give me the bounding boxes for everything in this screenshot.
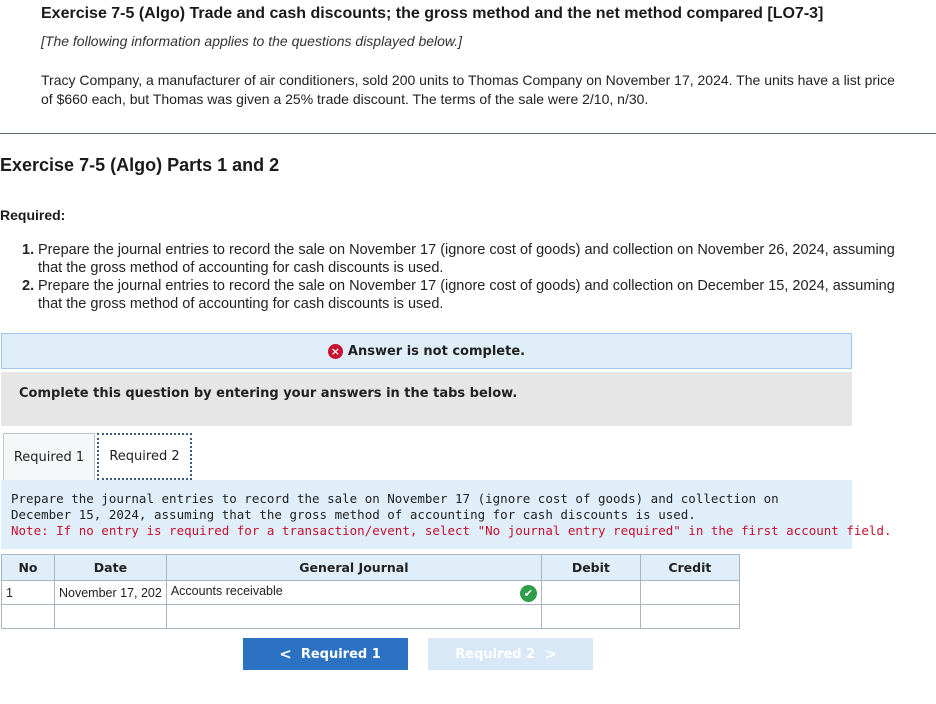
question-note: Note: If no entry is required for a tran… — [11, 523, 892, 538]
required-label: Required: — [0, 207, 66, 223]
account-select[interactable]: Accounts receivable ✔ — [165, 580, 542, 605]
debit-input[interactable] — [540, 580, 641, 605]
date-select[interactable]: November 17, 202 — [54, 580, 167, 605]
header-divider — [0, 133, 936, 134]
debit-input[interactable] — [540, 604, 641, 629]
header-no: No — [1, 554, 55, 581]
exercise-body: Tracy Company, a manufacturer of air con… — [41, 72, 895, 107]
answer-status-banner: × Answer is not complete. — [1, 333, 852, 369]
next-button-label: Required 2 — [455, 646, 536, 662]
credit-input[interactable] — [639, 604, 740, 629]
question-text: Prepare the journal entries to record th… — [11, 491, 779, 522]
required-item-number: 1. — [22, 242, 35, 258]
prev-button-label: Required 1 — [300, 646, 381, 662]
tab-required-1[interactable]: Required 1 — [3, 433, 95, 480]
next-required-2-button[interactable]: Required 2 > — [428, 638, 593, 670]
account-value: Accounts receivable — [170, 583, 283, 598]
required-list: 1. Prepare the journal entries to record… — [22, 241, 912, 313]
exercise-title: Exercise 7-5 (Algo) Trade and cash disco… — [41, 5, 824, 22]
journal-header-row: No Date General Journal Debit Credit — [1, 554, 740, 581]
required-item-text: Prepare the journal entries to record th… — [38, 242, 895, 276]
header-date: Date — [54, 554, 167, 581]
parts-title: Exercise 7-5 (Algo) Parts 1 and 2 — [0, 155, 280, 175]
required-item-text: Prepare the journal entries to record th… — [38, 278, 895, 312]
exercise-note: [The following information applies to th… — [41, 33, 463, 49]
table-row — [1, 604, 740, 629]
answer-status-text: Answer is not complete. — [347, 343, 526, 359]
header-general-journal: General Journal — [165, 554, 542, 581]
chevron-left-icon: < — [279, 645, 292, 663]
header-credit: Credit — [639, 554, 740, 581]
row-number: 1 — [1, 580, 55, 605]
credit-input[interactable] — [639, 580, 740, 605]
table-row: 1 November 17, 202 Accounts receivable ✔ — [1, 580, 740, 605]
tab-required-2[interactable]: Required 2 — [97, 433, 192, 480]
date-select[interactable] — [54, 604, 167, 629]
header-debit: Debit — [540, 554, 641, 581]
question-box: Prepare the journal entries to record th… — [1, 480, 892, 549]
chevron-right-icon: > — [544, 645, 557, 663]
instructions-box: Complete this question by entering your … — [1, 372, 852, 426]
error-x-icon: × — [327, 343, 343, 359]
instructions-text: Complete this question by entering your … — [19, 386, 518, 401]
row-number — [1, 604, 55, 629]
account-select[interactable] — [165, 604, 542, 629]
check-icon: ✔ — [519, 584, 537, 602]
required-item-1: 1. Prepare the journal entries to record… — [22, 241, 912, 277]
required-item-number: 2. — [22, 278, 35, 294]
required-item-2: 2. Prepare the journal entries to record… — [22, 277, 912, 313]
journal-table: No Date General Journal Debit Credit 1 N… — [1, 554, 740, 629]
prev-required-1-button[interactable]: < Required 1 — [243, 638, 408, 670]
